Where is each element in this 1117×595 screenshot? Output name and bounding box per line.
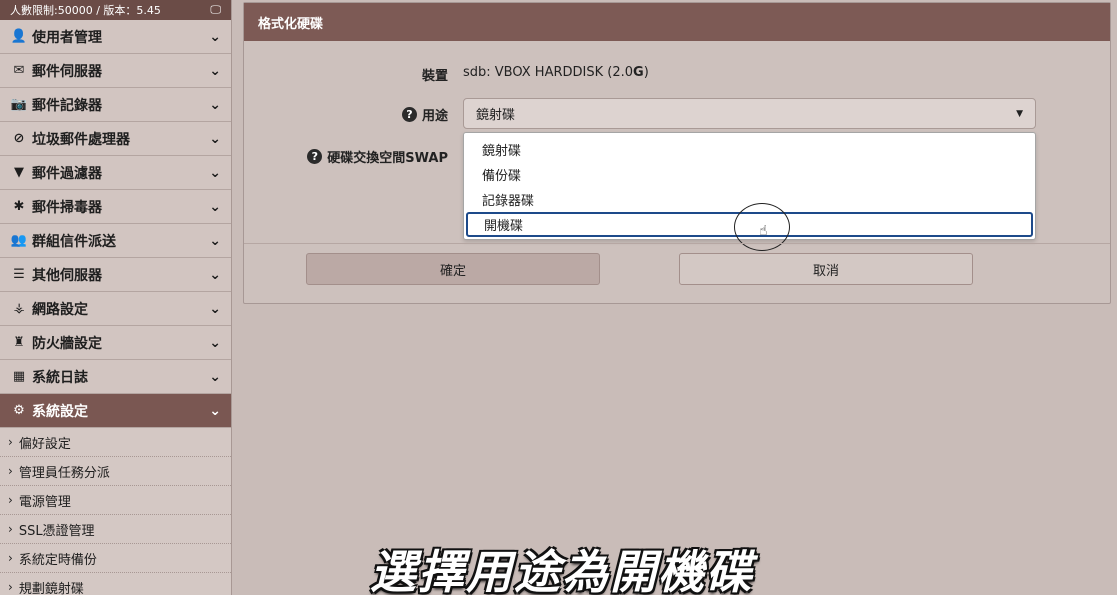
chevron-right-icon: ›	[8, 435, 13, 449]
sidebar-subitem-label: 系統定時備份	[18, 552, 97, 568]
sidebar-item-other-servers[interactable]: ☰ 其他伺服器 ⌄	[0, 258, 231, 292]
sidebar-item-mail-server[interactable]: ✉ 郵件伺服器 ⌄	[0, 54, 231, 88]
filter-icon: ▼	[14, 165, 24, 180]
sidebar-item-firewall-settings[interactable]: ♜ 防火牆設定 ⌄	[0, 326, 231, 360]
sidebar-subitem-mirror-disk[interactable]: › 規劃鏡射碟	[0, 573, 231, 595]
film-icon: ▦	[12, 369, 26, 384]
sidebar-top-bar: 人數限制:50000 / 版本：5.45 🖵	[0, 0, 231, 20]
purpose-select-value: 鏡射碟	[476, 108, 516, 123]
sidebar-item-label: 使用者管理	[32, 29, 102, 46]
sidebar-item-mail-filter[interactable]: ▼ 郵件過濾器 ⌄	[0, 156, 231, 190]
sidebar-item-system-log[interactable]: ▦ 系統日誌 ⌄	[0, 360, 231, 394]
sidebar-item-label: 郵件掃毒器	[32, 199, 102, 216]
sidebar-item-label: 郵件伺服器	[32, 63, 102, 80]
sidebar-subitem-admin-tasks[interactable]: › 管理員任務分派	[0, 457, 231, 486]
device-label: 裝置	[421, 69, 448, 84]
cancel-button[interactable]: 取消	[679, 253, 973, 285]
chevron-down-icon: ⌄	[209, 164, 221, 181]
purpose-label: ? 用途	[344, 105, 448, 124]
user-icon: 👤	[10, 29, 28, 44]
bug-icon: ✱	[13, 199, 25, 214]
chevron-down-icon: ⌄	[209, 266, 221, 283]
sidebar-item-mail-recorder[interactable]: 📷 郵件記錄器 ⌄	[0, 88, 231, 122]
hand-pointer-icon: ☝	[759, 223, 768, 239]
chevron-down-icon: ⌄	[209, 130, 221, 147]
format-disk-panel: 格式化硬碟 裝置 sdb: VBOX HARDDISK (2.0G) ? 用途 …	[243, 2, 1111, 304]
sidebar-item-label: 垃圾郵件處理器	[32, 131, 130, 148]
sidebar-item-label: 系統設定	[32, 403, 88, 420]
swap-label: ? 硬碟交換空間SWAP	[284, 147, 448, 166]
option-mirror-disk[interactable]: 鏡射碟	[464, 137, 1035, 162]
ban-icon: ⊘	[13, 131, 25, 146]
sidebar-subitem-preferences[interactable]: › 偏好設定	[0, 428, 231, 457]
monitor-icon[interactable]: 🖵	[210, 3, 221, 17]
server-icon: ☰	[13, 267, 25, 282]
chevron-down-icon: ⌄	[209, 232, 221, 249]
sidebar-item-label: 網路設定	[32, 301, 88, 318]
chevron-down-icon: ⌄	[209, 300, 221, 317]
sidebar-subitem-label: 電源管理	[18, 494, 71, 510]
envelope-icon: ✉	[13, 63, 25, 78]
network-icon: ⚶	[13, 301, 25, 316]
sidebar-subitem-power-management[interactable]: › 電源管理	[0, 486, 231, 515]
purpose-select[interactable]: 鏡射碟 ▼	[463, 98, 1036, 129]
confirm-button[interactable]: 確定	[306, 253, 600, 285]
chevron-down-icon: ⌄	[209, 62, 221, 79]
chevron-right-icon: ›	[8, 493, 13, 507]
sidebar-subitem-label: 偏好設定	[18, 436, 71, 452]
chevron-right-icon: ›	[8, 580, 13, 594]
sidebar-item-group-mail[interactable]: 👥 群組信件派送 ⌄	[0, 224, 231, 258]
panel-title: 格式化硬碟	[244, 3, 1110, 41]
sidebar-item-label: 系統日誌	[32, 369, 88, 386]
firewall-icon: ♜	[13, 335, 25, 350]
question-icon[interactable]: ?	[307, 149, 323, 164]
chevron-down-icon: ⌄	[209, 402, 221, 419]
video-caption: 選擇用途為開機碟	[370, 545, 754, 595]
chevron-right-icon: ›	[8, 551, 13, 565]
caret-down-icon: ▼	[1016, 108, 1023, 119]
sidebar-subitem-ssl-certificates[interactable]: › SSL憑證管理	[0, 515, 231, 544]
device-value: sdb: VBOX HARDDISK (2.0G)	[463, 65, 649, 80]
sidebar-item-label: 郵件過濾器	[32, 165, 102, 182]
sidebar-item-label: 群組信件派送	[32, 233, 116, 250]
sidebar-item-spam-processor[interactable]: ⊘ 垃圾郵件處理器 ⌄	[0, 122, 231, 156]
chevron-right-icon: ›	[8, 522, 13, 536]
chevron-down-icon: ⌄	[209, 334, 221, 351]
divider	[244, 243, 1110, 244]
sidebar-item-label: 郵件記錄器	[32, 97, 102, 114]
sidebar: 人數限制:50000 / 版本：5.45 🖵 👤 使用者管理 ⌄ ✉ 郵件伺服器…	[0, 0, 232, 595]
gears-icon: ⚙	[13, 403, 25, 418]
sidebar-item-user-management[interactable]: 👤 使用者管理 ⌄	[0, 20, 231, 54]
question-icon[interactable]: ?	[401, 107, 417, 122]
chevron-down-icon: ⌄	[209, 198, 221, 215]
user-limit-version: 人數限制:50000 / 版本：5.45	[10, 4, 161, 17]
sidebar-subitem-label: 規劃鏡射碟	[18, 581, 84, 595]
sidebar-subitem-label: SSL憑證管理	[18, 523, 95, 539]
sidebar-item-label: 防火牆設定	[32, 335, 102, 352]
sidebar-subitem-scheduled-backup[interactable]: › 系統定時備份	[0, 544, 231, 573]
camera-icon: 📷	[10, 97, 28, 112]
group-icon: 👥	[10, 233, 28, 248]
sidebar-subitem-label: 管理員任務分派	[18, 465, 110, 481]
chevron-right-icon: ›	[8, 464, 13, 478]
sidebar-item-mail-antivirus[interactable]: ✱ 郵件掃毒器 ⌄	[0, 190, 231, 224]
sidebar-item-system-settings[interactable]: ⚙ 系統設定 ⌄	[0, 394, 231, 428]
chevron-down-icon: ⌄	[209, 368, 221, 385]
chevron-down-icon: ⌄	[209, 28, 221, 45]
sidebar-item-label: 其他伺服器	[32, 267, 102, 284]
option-backup-disk[interactable]: 備份碟	[464, 162, 1035, 187]
sidebar-item-network-settings[interactable]: ⚶ 網路設定 ⌄	[0, 292, 231, 326]
chevron-down-icon: ⌄	[209, 96, 221, 113]
